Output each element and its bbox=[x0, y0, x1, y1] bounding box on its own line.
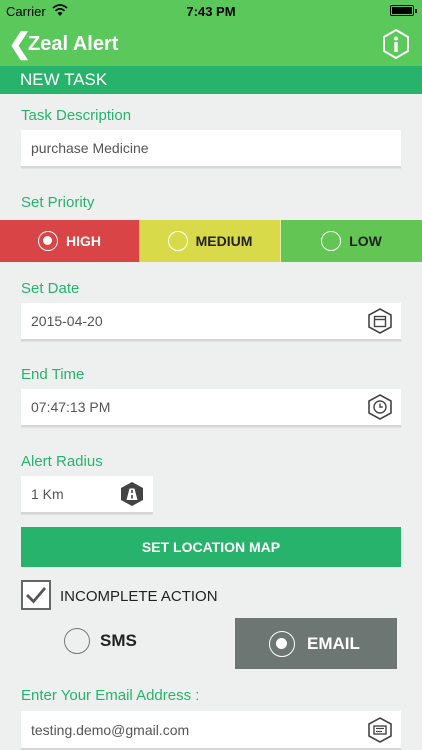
task-description-label: Task Description bbox=[21, 107, 132, 124]
radio-empty-icon bbox=[64, 628, 90, 654]
sms-option[interactable]: SMS bbox=[64, 628, 137, 654]
nav-bar: ❮ Zeal Alert bbox=[0, 22, 422, 66]
set-date-input[interactable]: 2015-04-20 bbox=[21, 303, 401, 341]
set-date-label: Set Date bbox=[21, 280, 80, 297]
clock-icon[interactable] bbox=[367, 394, 393, 420]
incomplete-action-label: INCOMPLETE ACTION bbox=[60, 588, 218, 605]
end-time-label: End Time bbox=[21, 366, 85, 383]
id-card-icon[interactable] bbox=[367, 716, 393, 743]
email-address-input[interactable]: testing.demo@gmail.com bbox=[21, 711, 401, 750]
email-option[interactable]: EMAIL bbox=[235, 618, 397, 669]
email-address-label: Enter Your Email Address : bbox=[21, 687, 200, 704]
set-priority-label: Set Priority bbox=[21, 194, 95, 211]
radio-empty-icon bbox=[321, 231, 342, 251]
checkmark-icon bbox=[26, 587, 47, 604]
incomplete-action-checkbox[interactable] bbox=[21, 580, 51, 610]
priority-low-option[interactable]: LOW bbox=[281, 220, 422, 262]
status-bar: Carrier 7:43 PM bbox=[0, 0, 422, 22]
priority-high-label: HIGH bbox=[66, 233, 101, 249]
task-description-value: purchase Medicine bbox=[31, 140, 149, 156]
email-address-value: testing.demo@gmail.com bbox=[31, 721, 190, 738]
info-hex-icon[interactable] bbox=[380, 28, 412, 60]
section-header-new-task: NEW TASK bbox=[0, 66, 422, 94]
priority-medium-option[interactable]: MEDIUM bbox=[140, 220, 281, 262]
end-time-value: 07:47:13 PM bbox=[31, 399, 111, 415]
status-time: 7:43 PM bbox=[186, 4, 236, 19]
task-description-input[interactable]: purchase Medicine bbox=[21, 130, 401, 168]
radio-selected-icon bbox=[38, 231, 58, 251]
sms-label: SMS bbox=[100, 631, 137, 650]
alert-radius-label: Alert Radius bbox=[21, 453, 103, 470]
priority-selector: HIGH MEDIUM LOW bbox=[0, 220, 422, 262]
alert-radius-input[interactable]: 1 Km bbox=[21, 476, 153, 514]
email-label: EMAIL bbox=[307, 633, 360, 653]
radio-empty-icon bbox=[167, 231, 188, 251]
battery-icon bbox=[390, 5, 417, 16]
set-date-value: 2015-04-20 bbox=[31, 313, 103, 329]
radio-selected-icon bbox=[269, 630, 295, 657]
road-icon[interactable] bbox=[119, 481, 145, 507]
calendar-icon[interactable] bbox=[367, 308, 393, 334]
priority-low-label: LOW bbox=[349, 233, 382, 249]
priority-medium-label: MEDIUM bbox=[195, 233, 253, 249]
priority-high-option[interactable]: HIGH bbox=[0, 220, 140, 262]
end-time-input[interactable]: 07:47:13 PM bbox=[21, 389, 401, 427]
alert-radius-value: 1 Km bbox=[31, 486, 64, 502]
set-location-map-button[interactable]: SET LOCATION MAP bbox=[21, 527, 401, 567]
app-title: Zeal Alert bbox=[28, 33, 119, 55]
